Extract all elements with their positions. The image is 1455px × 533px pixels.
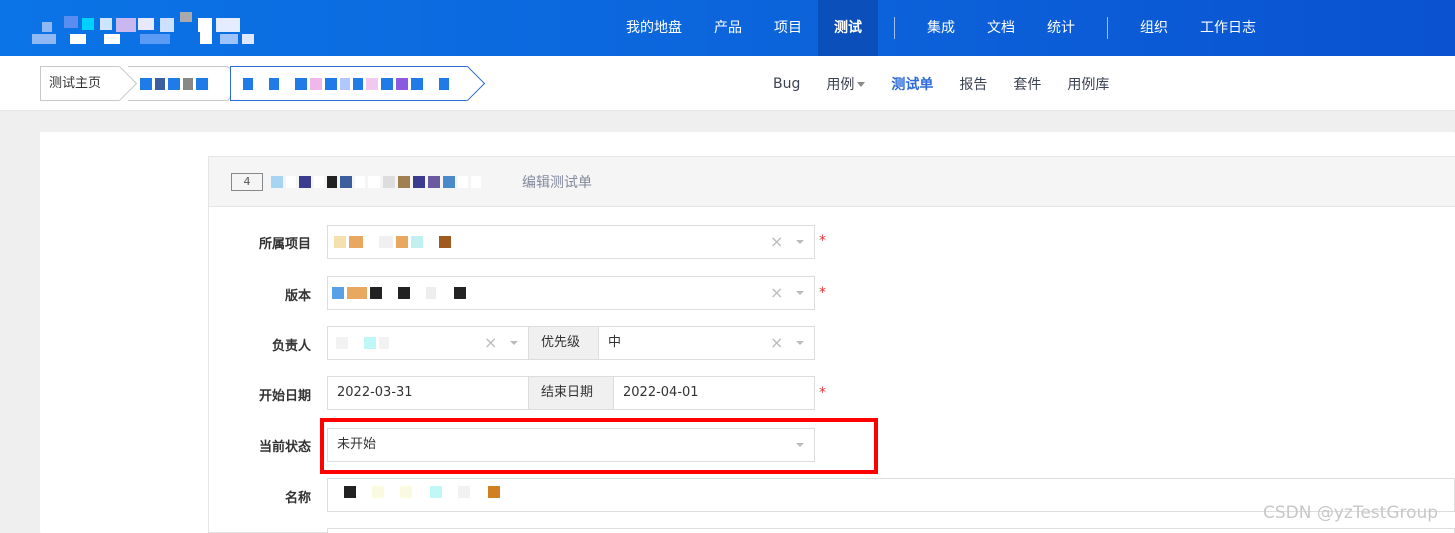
clear-icon[interactable]: ×	[770, 226, 783, 258]
end-date-input[interactable]: 2022-04-01	[613, 376, 815, 410]
priority-value: 中	[608, 335, 622, 350]
breadcrumb-current[interactable]	[230, 66, 468, 101]
owner-select[interactable]: ×	[327, 326, 529, 360]
chevron-down-icon	[796, 291, 804, 295]
priority-select[interactable]: 中 ×	[598, 326, 815, 360]
breadcrumb-product[interactable]	[128, 66, 228, 101]
panel-title: 编辑测试单	[522, 175, 592, 191]
build-select[interactable]: ×	[327, 276, 815, 310]
sub-navbar: 测试主页 Bug 用例 测试单 报告 套件 用例库	[0, 56, 1455, 111]
required-mark: *	[819, 385, 826, 401]
clear-icon[interactable]: ×	[770, 277, 783, 309]
subnav-case[interactable]: 用例	[813, 74, 878, 94]
nav-product[interactable]: 产品	[698, 0, 758, 56]
clear-icon[interactable]: ×	[770, 327, 783, 359]
chevron-down-icon	[796, 341, 804, 345]
test-subnav: Bug 用例 测试单 报告 套件 用例库	[760, 56, 1122, 111]
chevron-down-icon	[510, 341, 518, 345]
subnav-case-label: 用例	[826, 76, 855, 93]
required-mark: *	[819, 285, 826, 301]
chevron-down-icon	[857, 82, 866, 87]
build-label: 版本	[284, 289, 311, 304]
main-nav: 我的地盘 产品 项目 测试 集成 文档 统计 组织 工作日志	[610, 0, 1272, 56]
testtask-id-badge: 4	[231, 173, 263, 191]
end-date-label: 结束日期	[528, 376, 614, 410]
panel-header: 4 编辑测试单	[209, 157, 1455, 207]
highlight-annotation	[320, 418, 878, 474]
chevron-down-icon	[796, 240, 804, 244]
nav-test[interactable]: 测试	[818, 0, 878, 56]
watermark: CSDN @yzTestGroup	[1263, 503, 1439, 523]
top-navbar: 我的地盘 产品 项目 测试 集成 文档 统计 组织 工作日志	[0, 0, 1455, 56]
nav-project[interactable]: 项目	[758, 0, 818, 56]
nav-stats[interactable]: 统计	[1031, 0, 1091, 56]
subnav-suite[interactable]: 套件	[1000, 74, 1054, 94]
clear-icon[interactable]: ×	[484, 327, 497, 359]
priority-label: 优先级	[528, 326, 599, 360]
project-label: 所属项目	[258, 237, 311, 252]
required-mark: *	[819, 233, 826, 249]
redacted-text	[332, 287, 466, 299]
nav-ci[interactable]: 集成	[911, 0, 971, 56]
status-label: 当前状态	[258, 440, 311, 455]
owner-label: 负责人	[271, 339, 311, 354]
redacted-text	[140, 78, 208, 90]
begin-date-input[interactable]: 2022-03-31	[327, 376, 529, 410]
nav-worklog[interactable]: 工作日志	[1184, 0, 1272, 56]
subnav-bug[interactable]: Bug	[760, 76, 813, 92]
begin-date-label: 开始日期	[258, 389, 311, 404]
app-logo[interactable]	[20, 8, 280, 46]
nav-doc[interactable]: 文档	[971, 0, 1031, 56]
name-label: 名称	[284, 491, 311, 506]
nav-org[interactable]: 组织	[1124, 0, 1184, 56]
nav-divider	[1107, 17, 1108, 39]
project-select[interactable]: ×	[327, 225, 815, 259]
redacted-text	[336, 337, 389, 349]
subnav-report[interactable]: 报告	[946, 74, 1000, 94]
subnav-caselib[interactable]: 用例库	[1054, 74, 1122, 94]
next-field	[327, 528, 1455, 533]
redacted-text	[344, 486, 500, 498]
nav-my[interactable]: 我的地盘	[610, 0, 698, 56]
nav-divider	[894, 17, 895, 39]
redacted-text	[271, 176, 481, 188]
breadcrumb-home[interactable]: 测试主页	[40, 66, 120, 101]
redacted-text	[243, 78, 449, 90]
redacted-text	[334, 236, 451, 248]
subnav-testtask[interactable]: 测试单	[878, 74, 946, 94]
